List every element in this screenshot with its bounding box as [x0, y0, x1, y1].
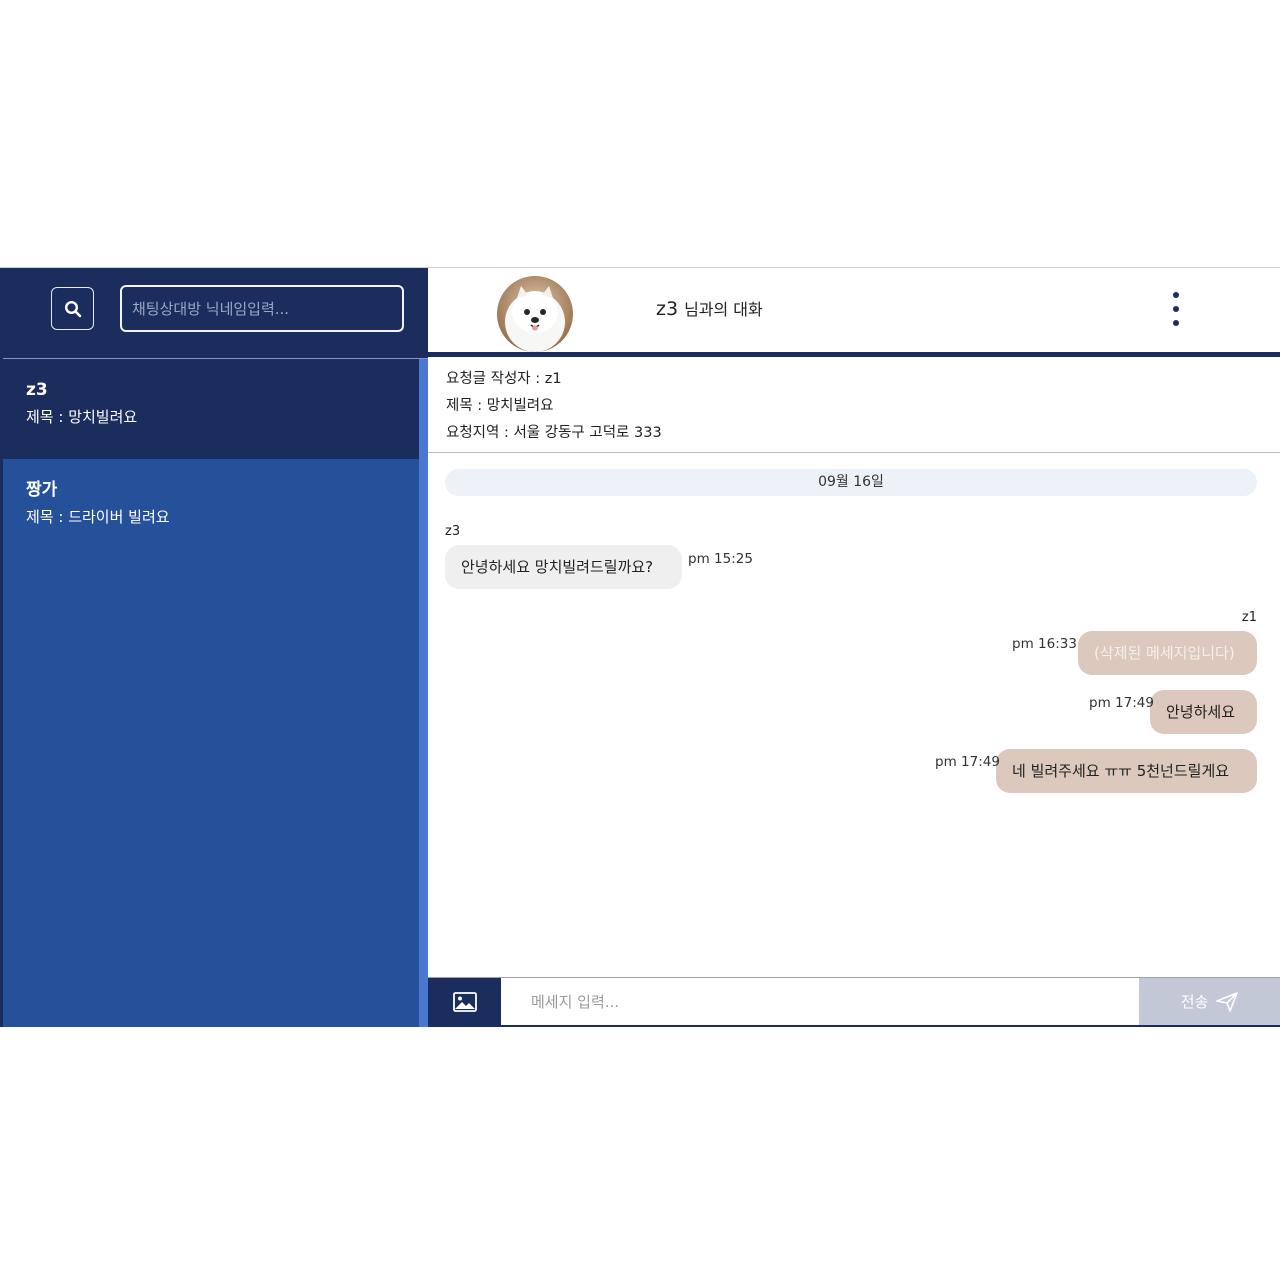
- message-time: pm 17:49: [1089, 695, 1154, 711]
- sidebar-search-bar: [3, 268, 428, 359]
- chat-title: z3 님과의 대화: [656, 296, 763, 320]
- message-bubble-incoming: 안녕하세요 망치빌려드릴까요?: [445, 545, 682, 589]
- message-sender: z3: [445, 524, 461, 539]
- nickname-search-input[interactable]: [120, 285, 404, 332]
- chat-panel: z3 님과의 대화 요청글 작성자 : z1 제목 : 망치빌려요 요청지역 : …: [428, 268, 1280, 1027]
- message-time: pm 17:49: [935, 754, 1000, 770]
- room-list: z3 제목 : 망치빌려요 짱가 제목 : 드라이버 빌려요: [3, 359, 419, 559]
- more-vertical-icon: [1173, 292, 1179, 298]
- dog-avatar-image: [505, 286, 565, 352]
- send-button[interactable]: 전송: [1139, 978, 1280, 1025]
- message-composer: 전송: [428, 977, 1280, 1027]
- request-region: 요청지역 : 서울 강동구 고덕로 333: [446, 425, 662, 441]
- search-icon: [64, 300, 81, 317]
- partner-name: z3: [656, 298, 679, 320]
- send-icon: [1216, 991, 1239, 1012]
- room-name: z3: [26, 380, 48, 400]
- room-item-jjangga[interactable]: 짱가 제목 : 드라이버 빌려요: [3, 459, 419, 559]
- sidebar: z3 제목 : 망치빌려요 짱가 제목 : 드라이버 빌려요: [0, 268, 428, 1027]
- message-bubble-deleted: (삭제된 메세지입니다): [1078, 631, 1257, 675]
- request-title: 제목 : 망치빌려요: [446, 398, 554, 414]
- message-sender: z1: [1241, 610, 1257, 625]
- chat-title-suffix: 님과의 대화: [684, 300, 763, 319]
- request-author: 요청글 작성자 : z1: [446, 371, 562, 387]
- message-time: pm 15:25: [688, 551, 753, 567]
- room-item-z3[interactable]: z3 제목 : 망치빌려요: [3, 359, 419, 459]
- chat-header: z3 님과의 대화: [428, 268, 1280, 357]
- message-list: 09월 16일 z3 안녕하세요 망치빌려드릴까요? pm 15:25 z1 (…: [428, 453, 1280, 977]
- more-menu-button[interactable]: [1166, 292, 1186, 326]
- image-icon: [452, 991, 477, 1012]
- search-button[interactable]: [51, 287, 94, 330]
- sidebar-scrollbar[interactable]: [419, 359, 428, 1027]
- message-bubble-outgoing: 안녕하세요: [1150, 690, 1257, 734]
- message-time: pm 16:33: [1012, 636, 1077, 652]
- message-input[interactable]: [501, 978, 1139, 1025]
- date-divider: 09월 16일: [445, 469, 1257, 496]
- avatar: [497, 276, 573, 352]
- room-name: 짱가: [26, 480, 58, 500]
- send-label: 전송: [1180, 993, 1209, 1011]
- room-title: 제목 : 드라이버 빌려요: [26, 508, 170, 526]
- chat-app: z3 제목 : 망치빌려요 짱가 제목 : 드라이버 빌려요: [0, 267, 1280, 1027]
- attach-image-button[interactable]: [428, 978, 501, 1025]
- message-bubble-outgoing: 네 빌려주세요 ㅠㅠ 5천넌드릴게요: [996, 749, 1257, 793]
- request-info: 요청글 작성자 : z1 제목 : 망치빌려요 요청지역 : 서울 강동구 고덕…: [428, 357, 1280, 453]
- room-title: 제목 : 망치빌려요: [26, 408, 138, 426]
